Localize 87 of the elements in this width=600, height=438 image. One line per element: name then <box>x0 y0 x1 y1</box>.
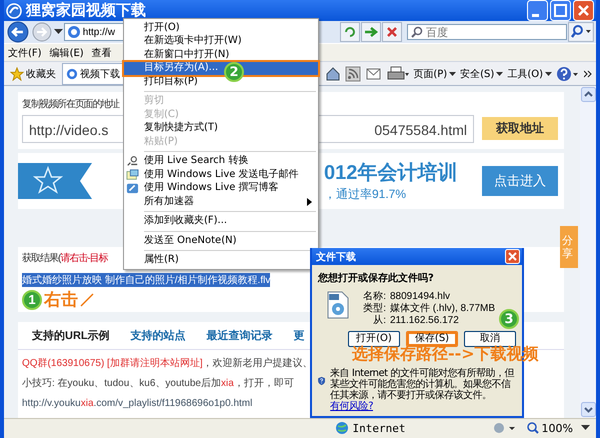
banner-subtitle: ，通过率91.7% <box>324 186 408 203</box>
section-tab[interactable]: 更 <box>294 328 305 343</box>
dropdown-arrow-icon[interactable] <box>581 425 590 432</box>
search-button[interactable] <box>568 22 594 42</box>
field-label: 名称: <box>362 291 386 302</box>
field-value: 媒体文件 (.hlv), 8.77MB <box>390 303 496 315</box>
menu-item[interactable]: 所有加速器 <box>124 195 318 208</box>
blog-icon <box>126 182 139 194</box>
fetch-button[interactable]: 获取地址 <box>482 117 558 140</box>
window-title: 狸窝家园视频下载 <box>26 1 147 20</box>
command-menu[interactable]: 页面(P) <box>413 66 456 81</box>
menu-item[interactable]: 使用 Live Search 转换 <box>124 154 318 168</box>
star-icon <box>10 66 24 81</box>
warning-text: 来自 Internet 的文件可能对您有所帮助，但某些文件可能危害您的计算机。如果您不信任其来源，请不要打开或保存该文件。 有何风险? <box>330 368 516 412</box>
browser-logo-icon <box>6 2 22 18</box>
globe-icon <box>334 421 349 436</box>
dropdown-arrow-icon[interactable] <box>54 29 63 35</box>
zoom-icon <box>526 422 539 434</box>
security-zone: Internet <box>334 421 485 436</box>
print-button[interactable] <box>387 66 410 82</box>
url-field[interactable]: http://video.s <box>22 114 123 143</box>
page-icon <box>66 68 78 80</box>
menu-item[interactable]: 编辑(E) <box>50 46 84 60</box>
scroll-down-button[interactable] <box>580 402 596 417</box>
feed-button[interactable] <box>345 66 362 82</box>
url-field[interactable]: 05475584.html <box>319 114 474 143</box>
example-link[interactable]: http://v.youkuxia.com/v_playlist/f11968696o1p0.html <box>22 394 252 414</box>
url-label: 复制视频所在页面的地址 <box>22 98 119 111</box>
caret-icon <box>496 72 504 76</box>
help-button[interactable] <box>556 66 580 82</box>
menu-item[interactable]: 在新窗口中打开(N) <box>124 48 318 62</box>
command-menu[interactable]: 安全(S) <box>460 66 504 81</box>
menu-item[interactable]: 在新选项卡中打开(W) <box>124 34 318 48</box>
video-link[interactable]: 婚式婚纱照片放映 制作自己的照片/相片制作视频教程.flv <box>22 272 270 287</box>
submenu-arrow-icon <box>307 198 312 206</box>
chevron-icon[interactable] <box>584 70 592 78</box>
browser-tab[interactable]: 视频下载 <box>62 62 124 85</box>
close-button[interactable] <box>505 249 520 264</box>
dialog-button[interactable]: 打开(O) <box>348 331 400 347</box>
translate-icon <box>126 155 139 168</box>
menu-item[interactable]: 复制快捷方式(T) <box>124 122 318 135</box>
close-button[interactable] <box>573 0 594 21</box>
refresh-button[interactable] <box>340 22 360 42</box>
menu-item[interactable]: 查看 <box>92 46 112 60</box>
dialog-title: 文件下载 <box>316 250 356 264</box>
search-field[interactable]: 百度 <box>407 24 568 40</box>
field-value: 211.162.56.172 <box>390 315 459 327</box>
command-menu[interactable]: 工具(O) <box>507 66 552 81</box>
mail-button[interactable] <box>365 66 384 82</box>
go-button[interactable] <box>361 22 382 42</box>
step-badge: 1 <box>22 290 42 310</box>
result-hint: 请右击-目标 <box>60 252 108 264</box>
annotation-text: 右击 <box>44 289 78 312</box>
scroll-up-button[interactable] <box>580 86 596 102</box>
menu-item[interactable]: 使用 Windows Live 撰写博客 <box>124 182 318 195</box>
field-value: 88091494.hlv <box>390 291 450 302</box>
caret-icon <box>449 72 456 76</box>
tip-text: 小技巧: 在youku、tudou、ku6、youtube后加xia，打开，即可 <box>22 376 294 391</box>
caret-icon <box>545 72 552 76</box>
banner-title: 012年会计培训 <box>324 160 458 186</box>
info-text: QQ群(163910675) [加群请注明本站网址]，欢迎新老用户提建议、 <box>22 356 313 371</box>
menu-item[interactable]: 使用 Windows Live 发送电子邮件 <box>124 168 318 182</box>
section-tab[interactable]: 支持的站点 <box>130 328 186 343</box>
menu-item[interactable]: 文件(F) <box>8 46 42 60</box>
back-button[interactable] <box>6 21 30 43</box>
mail-icon <box>126 168 139 181</box>
zoom-control[interactable]: 100% <box>526 422 573 435</box>
search-icon <box>411 26 424 38</box>
section-tab[interactable]: 最近查询记录 <box>206 328 273 343</box>
field-label: 类型: <box>362 303 386 314</box>
minimize-button[interactable] <box>527 0 548 21</box>
media-file-icon <box>326 291 350 319</box>
dialog-question: 您想打开或保存此文件吗? <box>318 272 435 285</box>
menu-item[interactable]: 发送至 OneNote(N) <box>124 234 318 248</box>
favorites-button[interactable]: 收藏夹 <box>8 64 58 83</box>
home-button[interactable] <box>325 66 342 82</box>
field-label: 从: <box>372 315 386 327</box>
maximize-button[interactable] <box>550 0 571 21</box>
stop-button[interactable] <box>382 22 402 42</box>
enter-button[interactable]: 点击进入 <box>482 166 558 196</box>
menu-item[interactable]: 打开(O) <box>124 21 318 34</box>
result-label: 获取结果( <box>22 252 60 264</box>
menu-item[interactable]: 添加到收藏夹(F)... <box>124 214 318 228</box>
scrollbar[interactable] <box>580 86 596 418</box>
dialog-button[interactable]: 保存(S) <box>406 331 458 347</box>
risk-link[interactable]: 有何风险? <box>330 401 373 412</box>
section-tab[interactable]: 支持的URL示例 <box>32 328 110 343</box>
